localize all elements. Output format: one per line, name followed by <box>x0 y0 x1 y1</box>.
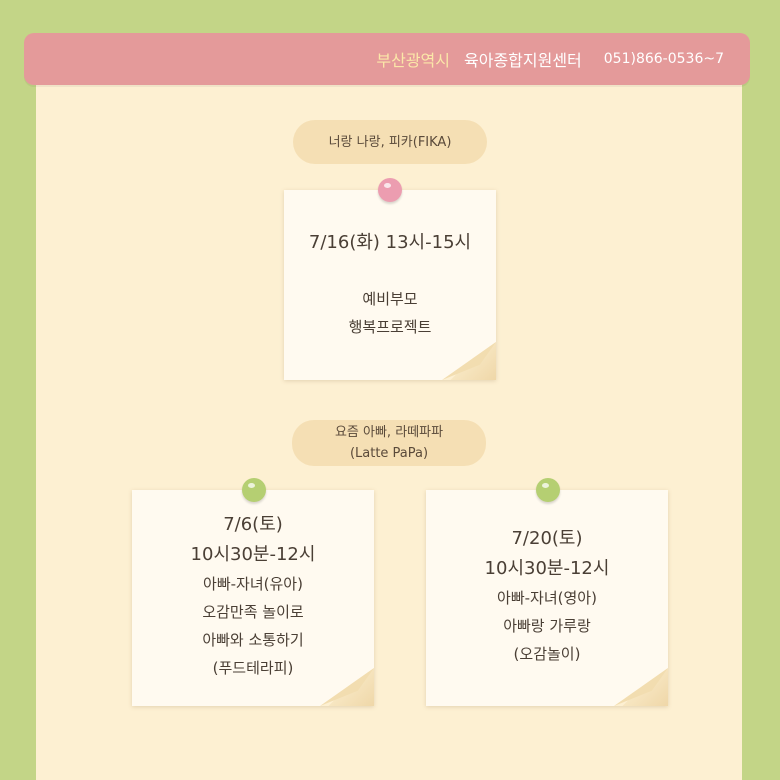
session2-line-1: 아빠-자녀(영아) <box>497 589 597 607</box>
program1-line-2: 행복프로젝트 <box>348 318 432 336</box>
session1-line-4: (푸드테라피) <box>212 659 294 677</box>
session1-line-2: 오감만족 놀이로 <box>202 603 304 621</box>
session2-line-2: 아빠랑 가루랑 <box>503 617 591 635</box>
program1-note: 7/16(화) 13시-15시 예비부모 행복프로젝트 <box>284 190 496 380</box>
pushpin-icon <box>378 178 402 202</box>
program1-title-pill: 너랑 나랑, 피카(FIKA) <box>293 120 487 164</box>
session2-text: 7/20(토) 10시30분-12시 아빠-자녀(영아) 아빠랑 가루랑 (오감… <box>426 524 668 668</box>
session2-time: 10시30분-12시 <box>484 558 610 579</box>
program2-title-ko: 요즘 아빠, 라떼파파 <box>334 425 444 440</box>
session1-date: 7/6(토) <box>223 514 283 535</box>
header-phone: 051)866-0536~7 <box>603 51 724 67</box>
header-banner: 부산광역시 육아종합지원센터 051)866-0536~7 <box>24 33 750 85</box>
header-city: 부산광역시 <box>376 51 450 70</box>
session1-line-3: 아빠와 소통하기 <box>202 631 304 649</box>
session1-note: 7/6(토) 10시30분-12시 아빠-자녀(유아) 오감만족 놀이로 아빠와… <box>132 490 374 706</box>
session1-text: 7/6(토) 10시30분-12시 아빠-자녀(유아) 오감만족 놀이로 아빠와… <box>132 510 374 682</box>
pushpin-icon <box>242 478 266 502</box>
header-center: 육아종합지원센터 <box>464 51 582 70</box>
pushpin-icon <box>536 478 560 502</box>
session2-note: 7/20(토) 10시30분-12시 아빠-자녀(영아) 아빠랑 가루랑 (오감… <box>426 490 668 706</box>
program2-title-pill: 요즘 아빠, 라떼파파 (Latte PaPa) <box>292 420 486 466</box>
header-text: 부산광역시 육아종합지원센터 051)866-0536~7 <box>376 33 724 85</box>
program1-line-1: 예비부모 <box>362 290 418 308</box>
program2-title-en: (Latte PaPa) <box>349 446 429 461</box>
program1-date-time: 7/16(화) 13시-15시 <box>308 232 472 253</box>
session2-date: 7/20(토) <box>511 528 583 549</box>
session2-line-3: (오감놀이) <box>513 645 581 663</box>
session1-line-1: 아빠-자녀(유아) <box>203 575 303 593</box>
program1-title: 너랑 나랑, 피카(FIKA) <box>328 134 452 150</box>
session1-time: 10시30분-12시 <box>190 544 316 565</box>
